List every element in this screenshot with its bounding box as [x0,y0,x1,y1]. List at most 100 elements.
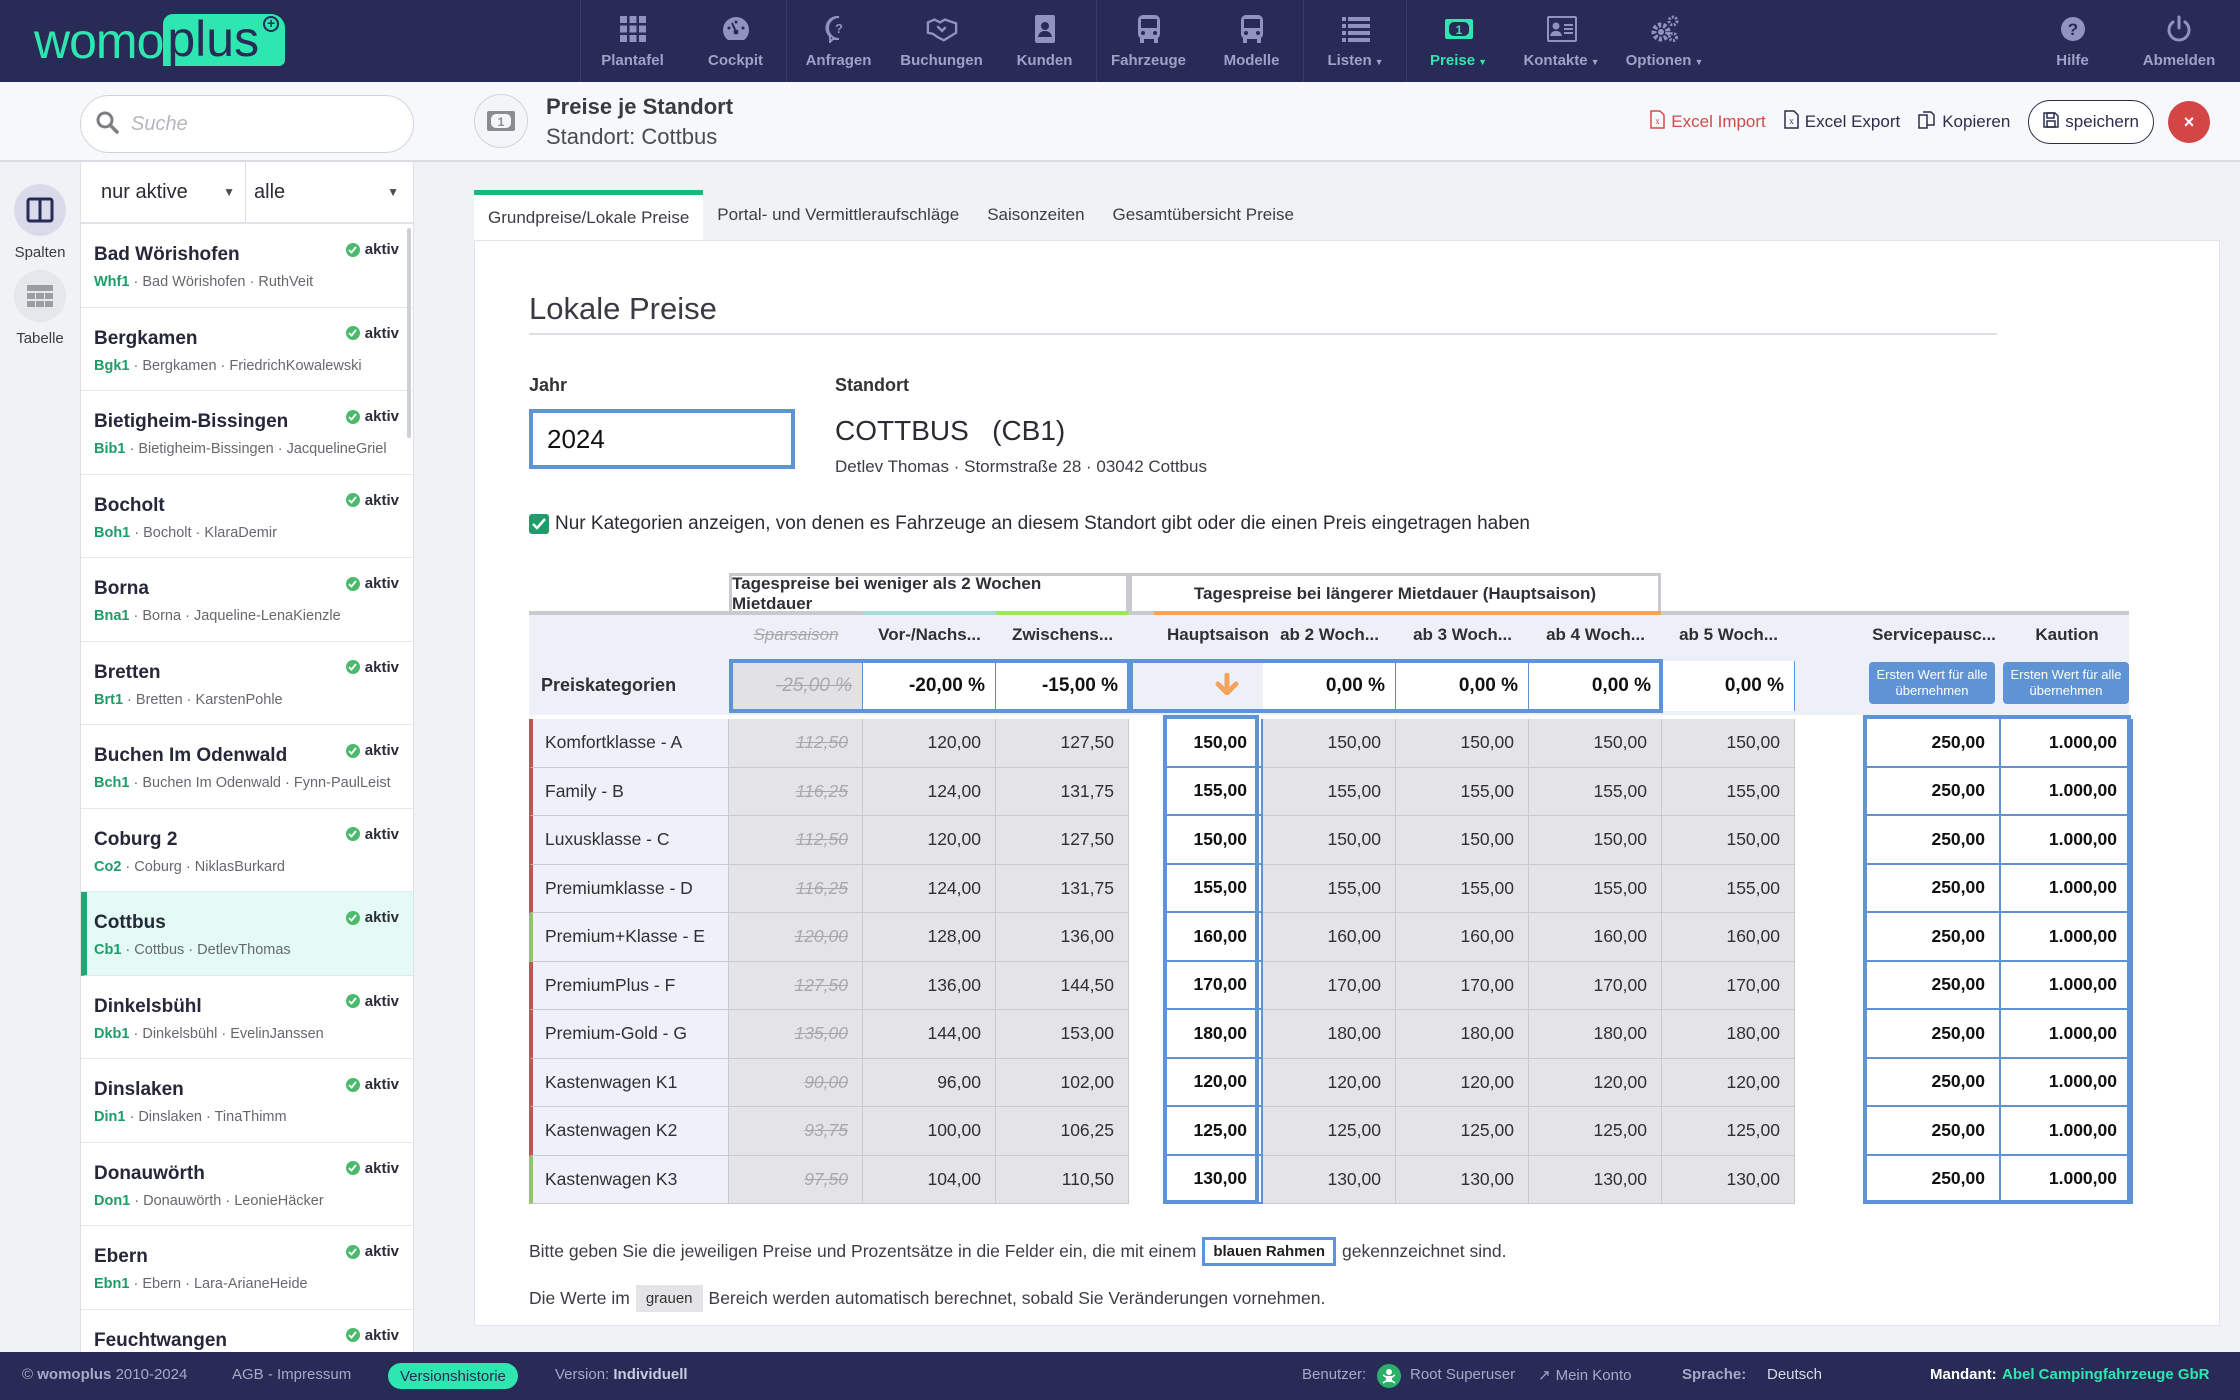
computed-price-cell: 127,50 [729,961,863,1010]
tab-gesamtuebersicht[interactable]: Gesamtübersicht Preise [1099,190,1308,240]
hauptsaison-price-input[interactable]: 155,00 [1167,864,1263,913]
nav-item-listen[interactable]: Listen ▼ [1304,0,1407,82]
dashboard-icon [720,14,752,44]
columns-view-button[interactable] [14,184,66,236]
deposit-input[interactable]: 1.000,00 [2001,961,2133,1010]
close-button[interactable]: × [2168,101,2210,143]
hauptsaison-price-input[interactable]: 160,00 [1167,913,1263,962]
deposit-input[interactable]: 1.000,00 [2001,767,2133,816]
tab-grundpreise[interactable]: Grundpreise/Lokale Preise [474,190,704,240]
computed-price-cell: 120,00 [1263,1058,1396,1107]
hauptsaison-price-input[interactable]: 150,00 [1167,816,1263,865]
year-input[interactable]: 2024 [529,409,795,469]
nav-item-abmelden[interactable]: Abmelden [2124,0,2234,82]
nav-item-plantafel[interactable]: Plantafel [581,0,684,82]
nav-item-kontakte[interactable]: Kontakte ▼ [1510,0,1613,82]
service-fee-input[interactable]: 250,00 [1867,1107,2001,1156]
womoplus-logo[interactable]: womo plus + [34,14,286,66]
deposit-input[interactable]: 1.000,00 [2001,1107,2133,1156]
version-history-button[interactable]: Versionshistorie [388,1363,518,1389]
agb-impressum-link[interactable]: AGB - Impressum [232,1366,351,1383]
location-item[interactable]: Dinkelsbühl aktiv Dkb1 · Dinkelsbühl · Eve… [81,976,413,1059]
location-item[interactable]: Bretten aktiv Brt1 · Bretten · KarstenPohl… [81,642,413,725]
deposit-input[interactable]: 1.000,00 [2001,719,2133,768]
service-fee-input[interactable]: 250,00 [1867,816,2001,865]
percent-input[interactable]: 0,00 % [1662,661,1795,711]
nav-item-optionen[interactable]: Optionen ▼ [1613,0,1716,82]
nav-item-cockpit[interactable]: Cockpit [684,0,787,82]
location-item[interactable]: Feuchtwangen aktiv [81,1310,413,1353]
tab-saisonzeiten[interactable]: Saisonzeiten [973,190,1098,240]
filter-categories-checkbox[interactable] [529,514,549,534]
copy-first-service-button[interactable]: Ersten Wert für alle übernehmen [1869,662,1995,704]
section-title: Lokale Preise [529,291,717,326]
user-label: Benutzer: [1302,1366,1367,1383]
type-filter-select[interactable]: alle ▼ [246,162,413,222]
deposit-input[interactable]: 1.000,00 [2001,913,2133,962]
location-item[interactable]: Donauwörth aktiv Don1 · Donauwörth · Leoni… [81,1143,413,1226]
my-account-link[interactable]: ↗ Mein Konto [1538,1366,1631,1385]
percent-input[interactable]: 0,00 % [1529,661,1662,711]
hauptsaison-price-input[interactable]: 120,00 [1167,1058,1263,1107]
deposit-input[interactable]: 1.000,00 [2001,1010,2133,1059]
hauptsaison-price-input[interactable]: 150,00 [1167,719,1263,768]
deposit-input[interactable]: 1.000,00 [2001,816,2133,865]
search-input[interactable]: Suche [80,95,414,153]
excel-import-button[interactable]: x Excel Import [1650,110,1766,134]
nav-item-modelle[interactable]: Modelle [1200,0,1303,82]
percent-input[interactable]: -15,00 % [996,661,1129,711]
status-filter-select[interactable]: nur aktive ▼ [81,162,246,222]
deposit-input[interactable]: 1.000,00 [2001,1058,2133,1107]
hauptsaison-price-input[interactable]: 170,00 [1167,961,1263,1010]
caret-down-icon: ▼ [1478,57,1487,67]
computed-price-cell: 102,00 [996,1058,1129,1107]
location-item[interactable]: Bocholt aktiv Boh1 · Bocholt · KlaraDemir [81,475,413,558]
location-item[interactable]: Bad Wörishofen aktiv Whf1 · Bad Wörishofen… [81,224,413,308]
tab-portal-aufschlaege[interactable]: Portal- und Vermittleraufschläge [703,190,973,240]
service-fee-input[interactable]: 250,00 [1867,1155,2001,1204]
save-button[interactable]: speichern [2028,100,2154,144]
service-fee-input[interactable]: 250,00 [1867,719,2001,768]
deposit-input[interactable]: 1.000,00 [2001,864,2133,913]
location-item[interactable]: Ebern aktiv Ebn1 · Ebern · Lara-ArianeHeid… [81,1226,413,1310]
computed-price-cell: 180,00 [1529,1010,1662,1059]
list-scrollbar[interactable] [407,228,411,438]
computed-price-cell: 160,00 [1263,913,1396,962]
nav-item-preise[interactable]: 1 Preise ▼ [1407,0,1510,82]
percent-input[interactable]: -20,00 % [863,661,996,711]
service-fee-input[interactable]: 250,00 [1867,1010,2001,1059]
hauptsaison-price-input[interactable]: 125,00 [1167,1107,1263,1156]
filter-categories-checkbox-row: Nur Kategorien anzeigen, von denen es Fa… [529,513,1530,535]
table-view-button[interactable] [14,270,66,322]
location-item[interactable]: Bergkamen aktiv Bgk1 · Bergkamen · Friedri… [81,308,413,391]
deposit-input[interactable]: 1.000,00 [2001,1155,2133,1204]
computed-price-cell: 135,00 [729,1010,863,1059]
nav-item-buchungen[interactable]: Buchungen [890,0,993,82]
hauptsaison-price-input[interactable]: 180,00 [1167,1010,1263,1059]
location-item[interactable]: Borna aktiv Bna1 · Borna · Jaqueline-LenaK… [81,558,413,642]
copy-button[interactable]: Kopieren [1918,110,2010,134]
location-meta: Co2 · Coburg · NiklasBurkard [94,858,285,875]
location-item[interactable]: Bietigheim-Bissingen aktiv Bib1 · Bietighe… [81,391,413,475]
nav-item-fahrzeuge[interactable]: Fahrzeuge [1097,0,1200,82]
service-fee-input[interactable]: 250,00 [1867,767,2001,816]
hauptsaison-price-input[interactable]: 155,00 [1167,767,1263,816]
nav-item-kunden[interactable]: Kunden [993,0,1096,82]
location-item[interactable]: Dinslaken aktiv Din1 · Dinslaken · TinaThi… [81,1059,413,1143]
location-name: Feuchtwangen [94,1329,228,1351]
nav-item-hilfe[interactable]: ? Hilfe [2021,0,2124,82]
service-fee-input[interactable]: 250,00 [1867,961,2001,1010]
location-item[interactable]: Coburg 2 aktiv Co2 · Coburg · NiklasBurkar… [81,809,413,892]
excel-export-button[interactable]: x Excel Export [1784,110,1900,134]
language-select[interactable]: Deutsch [1767,1366,1822,1383]
service-fee-input[interactable]: 250,00 [1867,913,2001,962]
hauptsaison-price-input[interactable]: 130,00 [1167,1155,1263,1204]
location-item[interactable]: Cottbus aktiv Cb1 · Cottbus · DetlevThomas [81,892,413,976]
percent-input[interactable]: 0,00 % [1396,661,1529,711]
service-fee-input[interactable]: 250,00 [1867,864,2001,913]
copy-first-deposit-button[interactable]: Ersten Wert für alle übernehmen [2003,662,2129,704]
nav-item-anfragen[interactable]: ? Anfragen [787,0,890,82]
percent-input[interactable]: 0,00 % [1263,661,1396,711]
location-item[interactable]: Buchen Im Odenwald aktiv Bch1 · Buchen Im … [81,725,413,809]
service-fee-input[interactable]: 250,00 [1867,1058,2001,1107]
